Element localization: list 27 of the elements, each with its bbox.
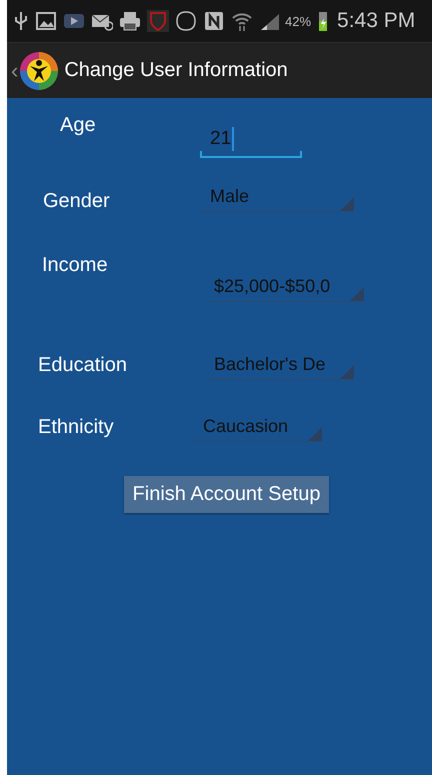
screen-title: Change User Information — [64, 59, 288, 82]
dropdown-corner-icon — [308, 427, 322, 441]
dropdown-corner-icon — [340, 197, 354, 211]
shield-icon — [147, 10, 169, 32]
field-label: Gender — [43, 190, 110, 212]
field-label: Ethnicity — [38, 416, 114, 438]
finish-account-setup-button[interactable]: Finish Account Setup — [124, 476, 330, 513]
age-input-field[interactable]: 21 — [200, 122, 302, 158]
chat-bubble-icon — [175, 10, 197, 32]
back-caret[interactable]: ‹ — [11, 58, 18, 84]
printer-icon — [119, 10, 141, 32]
dropdown-corner-icon — [350, 287, 364, 301]
dropdown[interactable]: $25,000-$50,0 — [204, 272, 364, 302]
usb-icon — [13, 10, 29, 32]
battery-charging-icon — [317, 10, 330, 32]
clock: 5:43 PM — [337, 9, 416, 33]
field-label: Income — [42, 254, 108, 276]
dropdown[interactable]: Caucasion — [193, 412, 322, 442]
field-label: Education — [38, 354, 127, 376]
field-label: Age — [60, 114, 96, 136]
dropdown-corner-icon — [340, 365, 354, 379]
image-icon — [35, 10, 57, 32]
nfc-icon — [203, 10, 225, 32]
dropdown[interactable]: Male — [200, 182, 354, 212]
dropdown[interactable]: Bachelor's De — [204, 350, 354, 380]
app-logo-icon — [20, 52, 58, 90]
battery-percentage: 42% — [285, 14, 312, 28]
